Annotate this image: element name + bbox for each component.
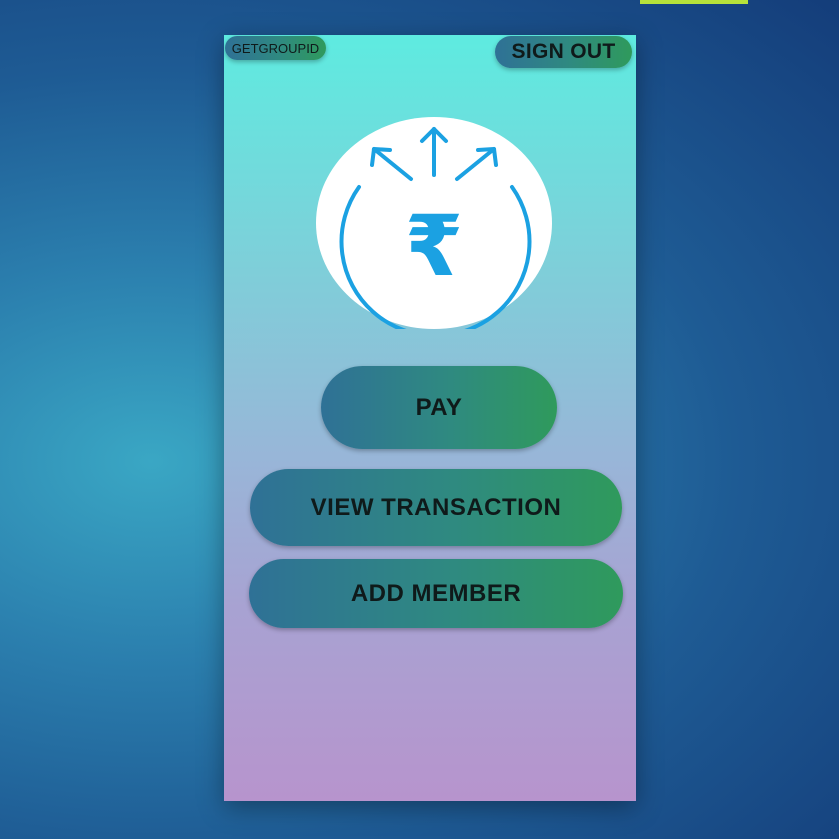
top-accent-strip (640, 0, 748, 4)
get-group-id-button[interactable]: GETGROUPID (225, 36, 326, 60)
rupee-symbol: ₹ (405, 197, 463, 295)
rupee-send-icon: ₹ (339, 127, 532, 329)
pay-button[interactable]: PAY (321, 366, 557, 449)
app-logo: ₹ (316, 117, 552, 329)
add-member-button[interactable]: ADD MEMBER (249, 559, 623, 628)
sign-out-button[interactable]: SIGN OUT (495, 36, 632, 68)
app-screen: GETGROUPID SIGN OUT ₹ PAY VIEW TRANSACTI… (224, 35, 636, 801)
view-transaction-button[interactable]: VIEW TRANSACTION (250, 469, 622, 546)
